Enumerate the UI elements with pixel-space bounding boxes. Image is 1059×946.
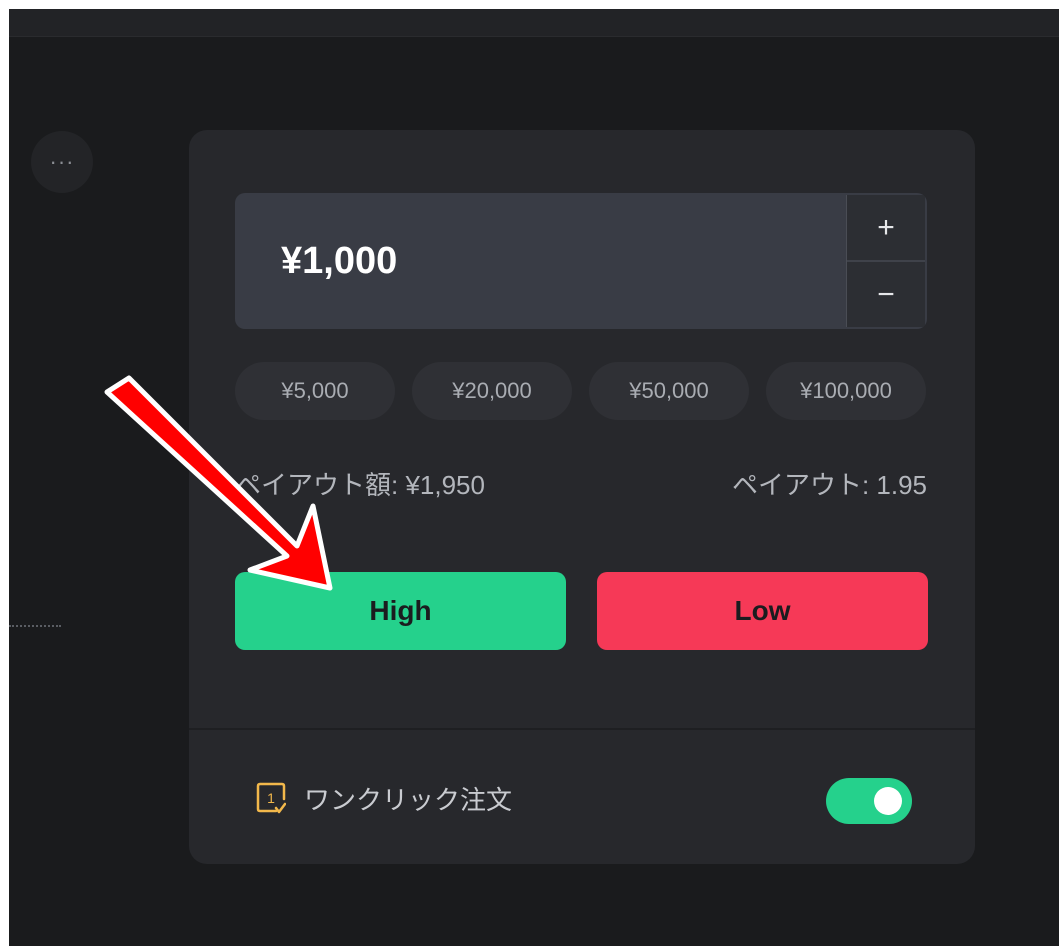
preset-5000-button[interactable]: ¥5,000 [235, 362, 395, 420]
toggle-knob [874, 787, 902, 815]
one-click-icon-number: 1 [267, 790, 275, 806]
amount-input[interactable]: ¥1,000 + − [235, 193, 927, 329]
preset-20000-button[interactable]: ¥20,000 [412, 362, 572, 420]
preset-100000-button[interactable]: ¥100,000 [766, 362, 926, 420]
increase-amount-button[interactable]: + [847, 195, 925, 262]
low-button[interactable]: Low [597, 572, 928, 650]
high-button[interactable]: High [235, 572, 566, 650]
chart-price-line [9, 625, 61, 627]
more-icon: ··· [49, 149, 75, 174]
one-click-icon: 1 [256, 782, 286, 814]
payout-rate: ペイアウト: 1.95 [731, 470, 927, 500]
trading-screen: ··· ¥1,000 + − ¥5,000 ¥20,000 ¥50,000 ¥1… [9, 9, 1059, 946]
amount-stepper: + − [846, 195, 925, 327]
one-click-toggle[interactable] [826, 778, 912, 824]
amount-value[interactable]: ¥1,000 [281, 237, 397, 285]
top-bar [9, 9, 1059, 37]
panel-divider [189, 728, 975, 730]
more-options-button[interactable]: ··· [31, 131, 93, 193]
one-click-label: ワンクリック注文 [304, 785, 513, 815]
preset-50000-button[interactable]: ¥50,000 [589, 362, 749, 420]
amount-presets: ¥5,000 ¥20,000 ¥50,000 ¥100,000 [235, 362, 927, 420]
payout-amount: ペイアウト額: ¥1,950 [235, 470, 485, 500]
trade-panel: ¥1,000 + − ¥5,000 ¥20,000 ¥50,000 ¥100,0… [189, 130, 975, 864]
decrease-amount-button[interactable]: − [847, 262, 925, 327]
payout-info: ペイアウト額: ¥1,950 ペイアウト: 1.95 [235, 465, 927, 505]
one-click-order-row: 1 ワンクリック注文 [256, 778, 916, 826]
